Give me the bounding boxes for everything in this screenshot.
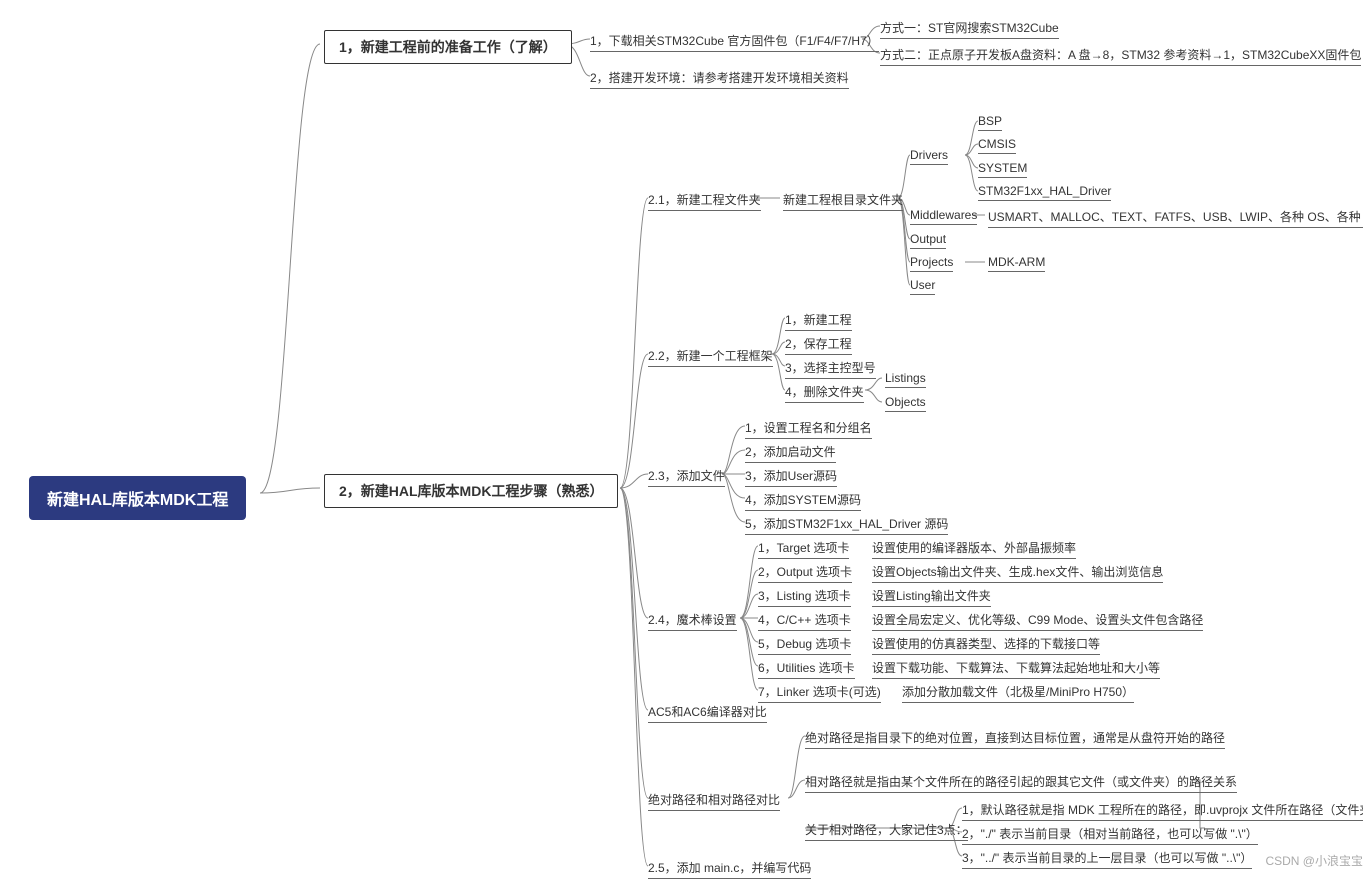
s24-r2b: 设置Listing输出文件夹	[872, 585, 991, 607]
ac5-ac6: AC5和AC6编译器对比	[648, 701, 767, 723]
s21-middlewares: Middlewares	[910, 206, 977, 225]
s21-drivers-hal: STM32F1xx_HAL_Driver	[978, 182, 1111, 201]
s24-r0a: 1，Target 选项卡	[758, 537, 849, 559]
branch-2: 2，新建HAL库版本MDK工程步骤（熟悉）	[324, 474, 618, 508]
b1-method2: 方式二：正点原子开发板A盘资料：A 盘→8，STM32 参考资料→1，STM32…	[880, 44, 1361, 66]
s23-i3: 3，添加User源码	[745, 465, 837, 487]
s24-r5a: 6，Utilities 选项卡	[758, 657, 855, 679]
s21-projects: Projects	[910, 253, 953, 272]
s22-title: 2.2，新建一个工程框架	[648, 345, 773, 367]
s24-r4a: 5，Debug 选项卡	[758, 633, 851, 655]
path-abs: 绝对路径是指目录下的绝对位置，直接到达目标位置，通常是从盘符开始的路径	[805, 727, 1225, 749]
s24-r0b: 设置使用的编译器版本、外部晶振频率	[872, 537, 1076, 559]
s22-i2: 2，保存工程	[785, 333, 852, 355]
path-rel-i3: 3，"../" 表示当前目录的上一层目录（也可以写做 "..\"）	[962, 847, 1252, 869]
b1-env: 2，搭建开发环境：请参考搭建开发环境相关资料	[590, 67, 849, 89]
branch-1: 1，新建工程前的准备工作（了解）	[324, 30, 572, 64]
s22-i1: 1，新建工程	[785, 309, 852, 331]
b1-download: 1，下载相关STM32Cube 官方固件包（F1/F4/F7/H7）	[590, 30, 879, 52]
path-rel-i2: 2，"./" 表示当前目录（相对当前路径，也可以写做 ".\"）	[962, 823, 1258, 845]
s21-title: 2.1，新建工程文件夹	[648, 189, 761, 211]
s21-projects-desc: MDK-ARM	[988, 253, 1045, 272]
s24-r4b: 设置使用的仿真器类型、选择的下载接口等	[872, 633, 1100, 655]
s21-drivers-system: SYSTEM	[978, 159, 1027, 178]
watermark: CSDN @小浪宝宝	[1265, 852, 1363, 869]
s21-drivers-bsp: BSP	[978, 112, 1002, 131]
path-rel-note: 关于相对路径，大家记住3点：	[805, 819, 968, 841]
s22-del-listings: Listings	[885, 369, 926, 388]
s21-output: Output	[910, 230, 946, 249]
s24-r6a: 7，Linker 选项卡(可选)	[758, 681, 881, 703]
s24-r3b: 设置全局宏定义、优化等级、C99 Mode、设置头文件包含路径	[872, 609, 1203, 631]
root-node: 新建HAL库版本MDK工程	[29, 476, 246, 520]
s24-r3a: 4，C/C++ 选项卡	[758, 609, 851, 631]
s23-i1: 1，设置工程名和分组名	[745, 417, 872, 439]
s24-r6b: 添加分散加载文件（北极星/MiniPro H750）	[902, 681, 1134, 703]
s23-i4: 4，添加SYSTEM源码	[745, 489, 861, 511]
path-rel-i1: 1，默认路径就是指 MDK 工程所在的路径，即.uvprojx 文件所在路径（文…	[962, 799, 1363, 821]
s25: 2.5，添加 main.c，并编写代码	[648, 857, 811, 879]
b1-method1: 方式一：ST官网搜索STM32Cube	[880, 17, 1059, 39]
path-rel: 相对路径就是指由某个文件所在的路径引起的跟其它文件（或文件夹）的路径关系	[805, 771, 1237, 793]
s24-r2a: 3，Listing 选项卡	[758, 585, 851, 607]
s21-sub: 新建工程根目录文件夹	[783, 189, 903, 211]
s22-del-objects: Objects	[885, 393, 926, 412]
s21-drivers-cmsis: CMSIS	[978, 135, 1016, 154]
s21-user: User	[910, 276, 935, 295]
s23-i2: 2，添加启动文件	[745, 441, 836, 463]
s23-i5: 5，添加STM32F1xx_HAL_Driver 源码	[745, 513, 948, 535]
path-compare-title: 绝对路径和相对路径对比	[648, 789, 780, 811]
s24-r1b: 设置Objects输出文件夹、生成.hex文件、输出浏览信息	[872, 561, 1163, 583]
s21-middlewares-desc: USMART、MALLOC、TEXT、FATFS、USB、LWIP、各种 OS、…	[988, 206, 1363, 228]
s22-i4: 4，删除文件夹	[785, 381, 864, 403]
s23-title: 2.3，添加文件	[648, 465, 725, 487]
s22-i3: 3，选择主控型号	[785, 357, 876, 379]
s24-title: 2.4，魔术棒设置	[648, 609, 737, 631]
s21-drivers: Drivers	[910, 146, 948, 165]
s24-r5b: 设置下载功能、下载算法、下载算法起始地址和大小等	[872, 657, 1160, 679]
s24-r1a: 2，Output 选项卡	[758, 561, 852, 583]
